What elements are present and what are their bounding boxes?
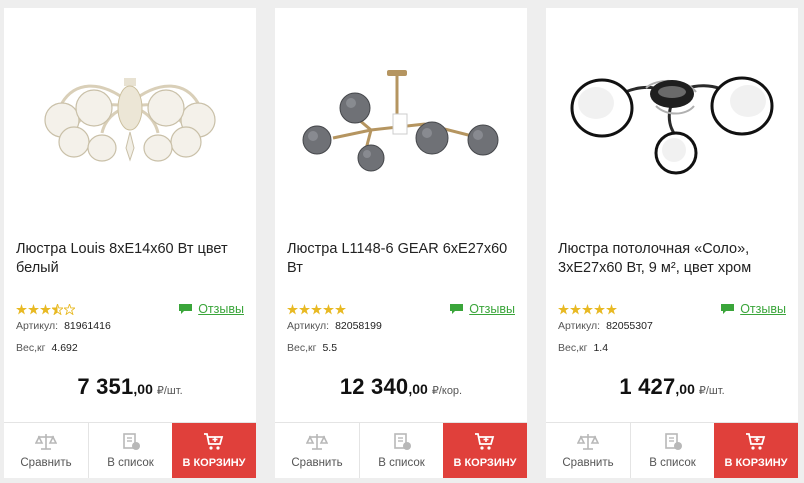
price-cents: ,00 (133, 381, 153, 397)
weight: Вес,кг 1.4 (558, 342, 608, 354)
sku: Артикул: 82055307 (558, 320, 653, 332)
star-full-icon (335, 304, 346, 315)
star-full-icon (606, 304, 617, 315)
reviews-link[interactable]: Отзывы (178, 302, 244, 316)
add-to-cart-button[interactable]: В КОРЗИНУ (172, 423, 256, 478)
rating-stars (287, 304, 346, 316)
rating-stars (558, 304, 617, 316)
compare-button[interactable]: Сравнить (275, 423, 359, 478)
compare-button[interactable]: Сравнить (4, 423, 88, 478)
chandelier-solo-chrome-icon (570, 76, 774, 175)
compare-label[interactable]: Сравнить (562, 457, 613, 469)
add-to-cart-button[interactable]: В КОРЗИНУ (443, 423, 527, 478)
list-add-icon (393, 432, 411, 450)
product-image[interactable] (546, 8, 798, 228)
weight-label: Вес,кг (16, 342, 46, 354)
cart-add-icon (475, 432, 495, 450)
product-image[interactable] (4, 8, 256, 228)
price: 7 351,00 ₽/шт. (4, 374, 256, 400)
reviews-link[interactable]: Отзывы (449, 302, 515, 316)
list-label[interactable]: В список (107, 457, 154, 469)
star-empty-icon (64, 304, 75, 315)
speech-bubble-icon (721, 304, 735, 314)
chandelier-louis-white-icon (44, 78, 216, 162)
cart-label[interactable]: В КОРЗИНУ (182, 457, 245, 469)
weight-value: 5.5 (322, 342, 338, 354)
price: 12 340,00 ₽/кор. (275, 374, 527, 400)
price-cents: ,00 (675, 381, 695, 397)
weight-value: 4.692 (51, 342, 78, 354)
reviews-label[interactable]: Отзывы (740, 302, 786, 316)
scales-icon (35, 433, 57, 450)
price-main: 1 427 (619, 374, 676, 399)
product-title[interactable]: Люстра L1148-6 GEAR 6хЕ27х60 Вт (287, 240, 523, 278)
add-to-list-button[interactable]: В список (630, 423, 714, 478)
chandelier-gear-molecule-icon (302, 70, 499, 172)
speech-bubble-icon (179, 304, 193, 314)
cart-add-icon (204, 432, 224, 450)
weight: Вес,кг 4.692 (16, 342, 78, 354)
add-to-cart-button[interactable]: В КОРЗИНУ (714, 423, 798, 478)
list-add-icon (122, 432, 140, 450)
sku: Артикул: 82058199 (287, 320, 382, 332)
price-unit: ₽/шт. (698, 385, 725, 397)
price-unit: ₽/кор. (431, 385, 463, 397)
price-main: 7 351 (77, 374, 134, 399)
cart-add-icon (746, 432, 766, 450)
reviews-label[interactable]: Отзывы (198, 302, 244, 316)
sku-value: 81961416 (64, 320, 111, 332)
price-cents: ,00 (408, 381, 428, 397)
card-actions: Сравнить В список В КОРЗИНУ (4, 422, 256, 478)
sku-value: 82058199 (335, 320, 382, 332)
price: 1 427,00 ₽/шт. (546, 374, 798, 400)
star-full-icon (323, 304, 334, 315)
cart-label[interactable]: В КОРЗИНУ (724, 457, 787, 469)
sku-label: Артикул: (16, 320, 59, 332)
star-full-icon (311, 304, 322, 315)
list-add-icon (664, 432, 682, 450)
star-full-icon (16, 304, 27, 315)
product-title[interactable]: Люстра потолочная «Соло», 3хЕ27х60 Вт, 9… (558, 240, 794, 278)
price-unit: ₽/шт. (156, 385, 183, 397)
star-full-icon (558, 304, 569, 315)
list-label[interactable]: В список (649, 457, 696, 469)
product-card: Люстра потолочная «Соло», 3хЕ27х60 Вт, 9… (546, 8, 798, 478)
product-title[interactable]: Люстра Louis 8хЕ14х60 Вт цвет белый (16, 240, 252, 278)
sku: Артикул: 81961416 (16, 320, 111, 332)
speech-bubble-icon (450, 304, 464, 314)
star-full-icon (299, 304, 310, 315)
sku-value: 82055307 (606, 320, 653, 332)
add-to-list-button[interactable]: В список (359, 423, 443, 478)
card-actions: Сравнить В список В КОРЗИНУ (546, 422, 798, 478)
compare-button[interactable]: Сравнить (546, 423, 630, 478)
weight-label: Вес,кг (287, 342, 317, 354)
star-half-icon (52, 304, 63, 315)
list-label[interactable]: В список (378, 457, 425, 469)
price-main: 12 340 (339, 374, 409, 399)
star-full-icon (287, 304, 298, 315)
add-to-list-button[interactable]: В список (88, 423, 172, 478)
product-image[interactable] (275, 8, 527, 228)
cart-label[interactable]: В КОРЗИНУ (453, 457, 516, 469)
product-card: Люстра L1148-6 GEAR 6хЕ27х60 Вт Отзывы А… (275, 8, 527, 478)
card-actions: Сравнить В список В КОРЗИНУ (275, 422, 527, 478)
weight: Вес,кг 5.5 (287, 342, 337, 354)
compare-label[interactable]: Сравнить (291, 457, 342, 469)
product-card: Люстра Louis 8хЕ14х60 Вт цвет белый Отзы… (4, 8, 256, 478)
weight-label: Вес,кг (558, 342, 588, 354)
sku-label: Артикул: (287, 320, 330, 332)
reviews-label[interactable]: Отзывы (469, 302, 515, 316)
rating-stars (16, 304, 75, 316)
scales-icon (577, 433, 599, 450)
weight-value: 1.4 (593, 342, 609, 354)
star-full-icon (582, 304, 593, 315)
reviews-link[interactable]: Отзывы (720, 302, 786, 316)
sku-label: Артикул: (558, 320, 601, 332)
star-full-icon (40, 304, 51, 315)
compare-label[interactable]: Сравнить (20, 457, 71, 469)
star-full-icon (570, 304, 581, 315)
star-full-icon (28, 304, 39, 315)
star-full-icon (594, 304, 605, 315)
scales-icon (306, 433, 328, 450)
